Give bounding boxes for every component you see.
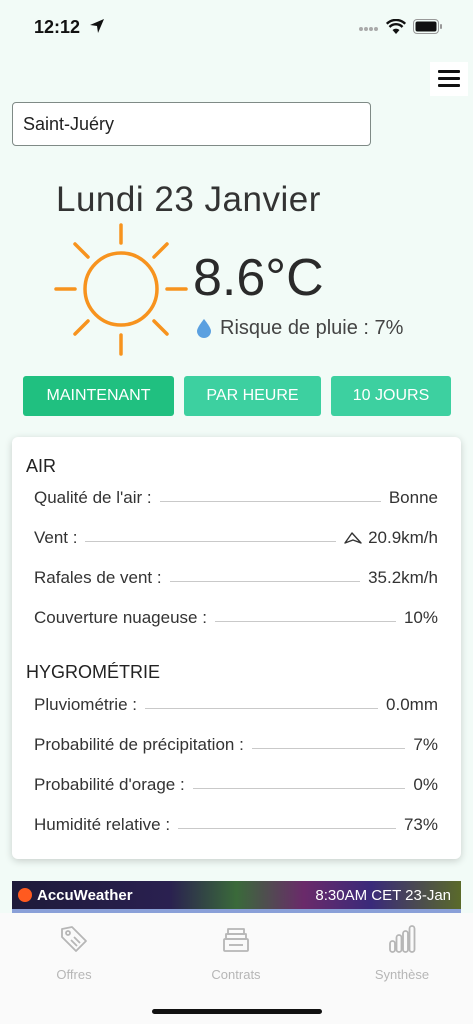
sun-icon xyxy=(54,223,188,356)
air-quality-row: Qualité de l'air : Bonne xyxy=(34,486,438,510)
wifi-icon xyxy=(386,19,406,34)
row-label: Pluviométrie : xyxy=(34,695,137,714)
row-value: Bonne xyxy=(388,488,438,507)
row-separator xyxy=(251,747,406,749)
rainfall-row: Pluviométrie : 0.0mm xyxy=(34,693,438,717)
row-separator xyxy=(159,500,381,502)
rain-risk-text: Risque de pluie : 7% xyxy=(220,316,404,339)
row-separator xyxy=(214,620,396,622)
bottom-navigation: Offres Contrats Synthèse xyxy=(0,913,473,1024)
sun-logo-icon xyxy=(18,888,32,902)
wind-row: Vent : 20.9km/h xyxy=(34,526,438,550)
precipitation-probability-row: Probabilité de précipitation : 7% xyxy=(34,733,438,757)
date-title: Lundi 23 Janvier xyxy=(56,180,321,219)
location-arrow-icon xyxy=(90,19,104,33)
hamburger-icon xyxy=(438,70,460,73)
tab-10-days[interactable]: 10 JOURS xyxy=(331,376,451,416)
row-value: 35.2km/h xyxy=(368,568,438,587)
row-label: Vent : xyxy=(34,528,78,547)
row-separator xyxy=(169,580,361,582)
banner-timestamp: 8:30AM CET 23-Jan xyxy=(315,887,451,904)
row-label: Humidité relative : xyxy=(34,815,171,834)
storm-probability-row: Probabilité d'orage : 0% xyxy=(34,773,438,797)
row-value: 0.0mm xyxy=(386,695,438,714)
status-bar: 12:12 xyxy=(0,0,473,56)
city-search-input[interactable] xyxy=(12,102,371,146)
cellular-signal-icon xyxy=(359,27,378,31)
nav-synthese[interactable]: Synthèse xyxy=(342,913,462,993)
tab-now[interactable]: MAINTENANT xyxy=(23,376,174,416)
row-label: Couverture nuageuse : xyxy=(34,608,207,627)
row-label: Probabilité de précipitation : xyxy=(34,735,244,754)
row-separator xyxy=(192,787,406,789)
row-value: 73% xyxy=(403,815,438,834)
wind-gusts-row: Rafales de vent : 35.2km/h xyxy=(34,566,438,590)
menu-button[interactable] xyxy=(430,62,468,96)
home-indicator[interactable] xyxy=(152,1009,322,1014)
row-value: 20.9km/h xyxy=(368,528,438,547)
documents-stack-icon xyxy=(223,928,249,952)
row-value: 7% xyxy=(413,735,438,754)
tag-icon xyxy=(61,926,87,952)
cloud-cover-row: Couverture nuageuse : 10% xyxy=(34,606,438,630)
nav-label: Contrats xyxy=(211,967,261,982)
temperature: 8.6°C xyxy=(193,249,324,307)
nav-offres[interactable]: Offres xyxy=(14,913,134,993)
air-section-title: AIR xyxy=(26,456,57,476)
bar-chart-icon xyxy=(389,925,416,953)
row-label: Rafales de vent : xyxy=(34,568,162,587)
row-separator xyxy=(85,540,337,542)
battery-icon xyxy=(413,19,442,34)
row-label: Probabilité d'orage : xyxy=(34,775,185,794)
row-separator xyxy=(144,707,379,709)
row-separator xyxy=(178,827,396,829)
relative-humidity-row: Humidité relative : 73% xyxy=(34,813,438,837)
banner-brand: AccuWeather xyxy=(37,886,133,904)
nav-contrats[interactable]: Contrats xyxy=(176,913,296,993)
wind-direction-icon xyxy=(344,532,362,544)
hygrometry-section-title: HYGROMÉTRIE xyxy=(26,662,161,682)
water-drop-icon xyxy=(197,319,211,338)
nav-label: Offres xyxy=(56,967,92,982)
weather-map-banner[interactable]: AccuWeather 8:30AM CET 23-Jan xyxy=(12,881,461,913)
accuweather-logo: AccuWeather xyxy=(18,881,133,909)
tab-hourly[interactable]: PAR HEURE xyxy=(184,376,321,416)
rain-risk: Risque de pluie : 7% xyxy=(196,315,403,341)
row-label: Qualité de l'air : xyxy=(34,488,152,507)
status-time: 12:12 xyxy=(34,17,81,37)
nav-label: Synthèse xyxy=(374,967,430,982)
row-value: 0% xyxy=(413,775,438,794)
weather-details-card: AIR Qualité de l'air : Bonne Vent : 20.9… xyxy=(12,437,461,859)
row-value: 10% xyxy=(403,608,438,627)
